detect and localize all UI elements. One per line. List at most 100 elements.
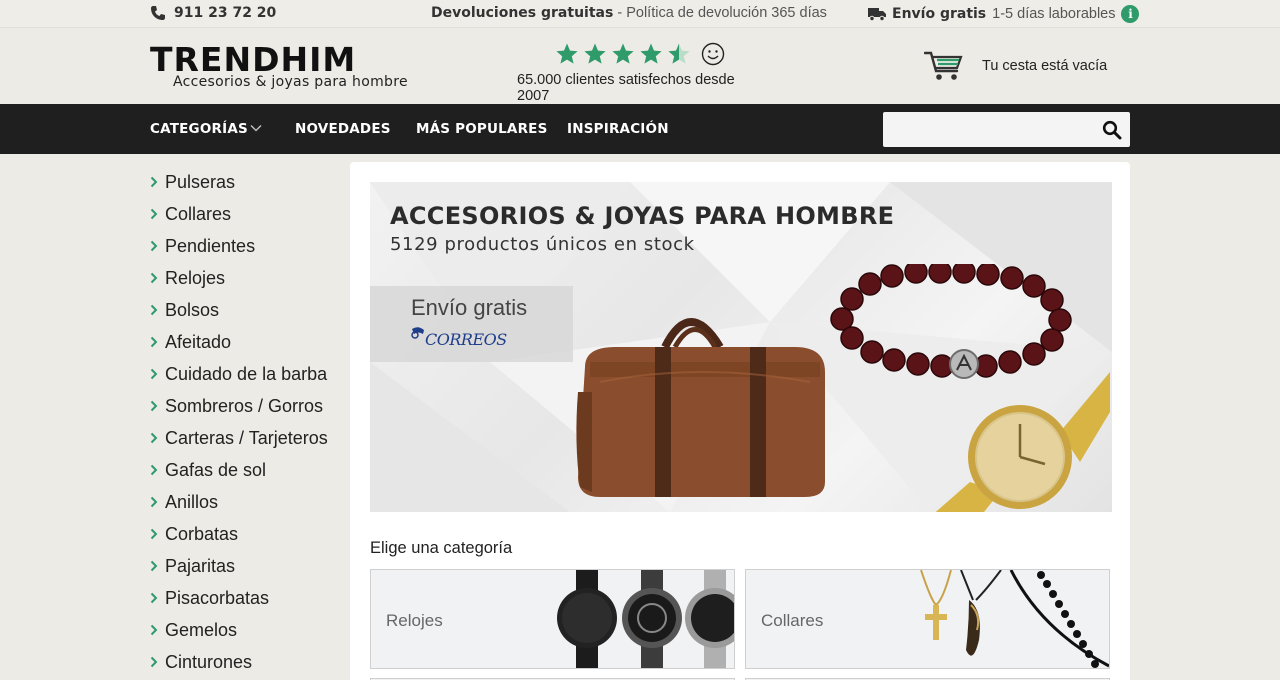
- sidebar-item-label: Sombreros / Gorros: [165, 395, 324, 416]
- sidebar-item-corbatas[interactable]: Corbatas: [150, 518, 340, 550]
- chevron-right-icon: [150, 240, 158, 252]
- correos-horn-icon: [411, 327, 424, 339]
- watches-image: [557, 570, 734, 668]
- free-shipping-title: Envío gratis: [411, 295, 528, 320]
- chevron-right-icon: [150, 528, 158, 540]
- sidebar-item-label: Pisacorbatas: [165, 587, 270, 608]
- category-sidebar: Pulseras Collares Pendientes Relojes Bol…: [150, 166, 340, 678]
- chevron-right-icon: [150, 304, 158, 316]
- chevron-right-icon: [150, 464, 158, 476]
- nav-item-mas-populares[interactable]: MÁS POPULARES: [416, 121, 548, 137]
- tile-label: Relojes: [386, 611, 443, 630]
- site-header: TRENDHIM Accesorios & joyas para hombre …: [0, 28, 1280, 104]
- returns-detail: - Política de devolución 365 días: [613, 5, 827, 21]
- chevron-right-icon: [150, 368, 158, 380]
- main-navigation: CATEGORÍAS NOVEDADES MÁS POPULARES INSPI…: [0, 104, 1280, 154]
- leather-bag-image: [576, 318, 825, 497]
- sidebar-item-gafas[interactable]: Gafas de sol: [150, 454, 340, 486]
- sidebar-item-label: Bolsos: [165, 299, 220, 320]
- smiley-icon: [701, 42, 725, 66]
- sidebar-item-label: Gafas de sol: [165, 459, 267, 480]
- bead-bracelet-image: [830, 264, 1072, 379]
- shipping-title: Envío gratis: [892, 6, 987, 22]
- sidebar-item-pendientes[interactable]: Pendientes: [150, 230, 340, 262]
- sidebar-item-bolsos[interactable]: Bolsos: [150, 294, 340, 326]
- chevron-right-icon: [150, 176, 158, 188]
- chevron-right-icon: [150, 656, 158, 668]
- sidebar-item-anillos[interactable]: Anillos: [150, 486, 340, 518]
- shipping-detail: 1-5 días laborables: [992, 6, 1116, 22]
- sidebar-item-sombreros[interactable]: Sombreros / Gorros: [150, 390, 340, 422]
- necklaces-image: [920, 570, 1109, 668]
- returns-policy[interactable]: Devoluciones gratuitas - Política de dev…: [431, 5, 827, 21]
- gold-watch-image: [935, 372, 1110, 512]
- sidebar-item-pajaritas[interactable]: Pajaritas: [150, 550, 340, 582]
- nav-item-novedades[interactable]: NOVEDADES: [295, 121, 391, 137]
- sidebar-item-label: Corbatas: [165, 523, 239, 544]
- shipping-info[interactable]: Envío gratis 1-5 días laborables i: [868, 5, 1140, 23]
- category-tile-collares[interactable]: Collares: [745, 569, 1110, 669]
- hero-subtitle: 5129 productos únicos en stock: [390, 234, 695, 255]
- star-icon: [640, 43, 662, 64]
- main-content: ACCESORIOS & JOYAS PARA HOMBRE 5129 prod…: [350, 162, 1130, 680]
- nav-item-inspiracion[interactable]: INSPIRACIÓN: [567, 121, 669, 137]
- search-icon[interactable]: [1102, 120, 1122, 140]
- sidebar-item-label: Carteras / Tarjeteros: [165, 427, 328, 448]
- sidebar-item-label: Gemelos: [165, 619, 238, 640]
- chevron-down-icon[interactable]: [250, 123, 262, 133]
- carrier-logo: CORREOS: [425, 330, 507, 349]
- rating-stars: [555, 42, 767, 66]
- sidebar-item-label: Collares: [165, 203, 232, 224]
- shopping-cart[interactable]: Tu cesta está vacía: [924, 50, 1107, 82]
- sidebar-item-label: Afeitado: [165, 331, 232, 352]
- chevron-right-icon: [150, 496, 158, 508]
- sidebar-item-carteras[interactable]: Carteras / Tarjeteros: [150, 422, 340, 454]
- site-logo[interactable]: TRENDHIM Accesorios & joyas para hombre: [150, 40, 408, 90]
- nav-item-categorias[interactable]: CATEGORÍAS: [150, 121, 248, 137]
- star-icon: [584, 43, 606, 64]
- category-tile-relojes[interactable]: Relojes: [370, 569, 735, 669]
- half-star-icon: [668, 43, 690, 64]
- clients-count-text: 65.000 clientes satisfechos desde 2007: [517, 72, 735, 104]
- sidebar-item-relojes[interactable]: Relojes: [150, 262, 340, 294]
- phone-contact[interactable]: 911 23 72 20: [150, 5, 276, 21]
- phone-icon: [151, 6, 165, 20]
- chevron-right-icon: [150, 592, 158, 604]
- sidebar-item-cinturones[interactable]: Cinturones: [150, 646, 340, 678]
- search-box: [883, 112, 1130, 147]
- search-input[interactable]: [883, 112, 1083, 147]
- truck-icon: [868, 8, 886, 21]
- sidebar-item-gemelos[interactable]: Gemelos: [150, 614, 340, 646]
- sidebar-item-label: Anillos: [165, 491, 219, 512]
- star-icon: [612, 43, 634, 64]
- hero-title: ACCESORIOS & JOYAS PARA HOMBRE: [390, 202, 895, 230]
- sidebar-item-pisacorbatas[interactable]: Pisacorbatas: [150, 582, 340, 614]
- sidebar-item-label: Cinturones: [165, 651, 253, 672]
- sidebar-item-afeitado[interactable]: Afeitado: [150, 326, 340, 358]
- hero-banner[interactable]: ACCESORIOS & JOYAS PARA HOMBRE 5129 prod…: [370, 182, 1112, 512]
- chevron-right-icon: [150, 432, 158, 444]
- star-icon: [556, 43, 578, 64]
- tile-label: Collares: [761, 611, 824, 630]
- sidebar-item-cuidado-barba[interactable]: Cuidado de la barba: [150, 358, 340, 390]
- free-shipping-badge: Envío gratis CORREOS: [370, 286, 573, 362]
- sidebar-item-collares[interactable]: Collares: [150, 198, 340, 230]
- logo-tagline: Accesorios & joyas para hombre: [173, 74, 408, 90]
- returns-title: Devoluciones gratuitas: [431, 5, 614, 21]
- phone-number: 911 23 72 20: [174, 5, 277, 21]
- logo-wordmark: TRENDHIM: [150, 40, 357, 79]
- sidebar-item-pulseras[interactable]: Pulseras: [150, 166, 340, 198]
- chevron-right-icon: [150, 336, 158, 348]
- sidebar-item-label: Relojes: [165, 267, 226, 288]
- info-icon[interactable]: i: [1121, 5, 1140, 23]
- sidebar-item-label: Pendientes: [165, 235, 256, 256]
- chevron-right-icon: [150, 624, 158, 636]
- cart-status-text: Tu cesta está vacía: [982, 58, 1108, 74]
- sidebar-item-label: Pajaritas: [165, 555, 236, 576]
- chevron-right-icon: [150, 560, 158, 572]
- customer-rating[interactable]: 65.000 clientes satisfechos desde 2007: [517, 42, 767, 104]
- chevron-right-icon: [150, 272, 158, 284]
- sidebar-item-label: Pulseras: [165, 171, 236, 192]
- section-title: Elige una categoría: [370, 539, 513, 557]
- top-info-bar: 911 23 72 20 Devoluciones gratuitas - Po…: [0, 0, 1280, 28]
